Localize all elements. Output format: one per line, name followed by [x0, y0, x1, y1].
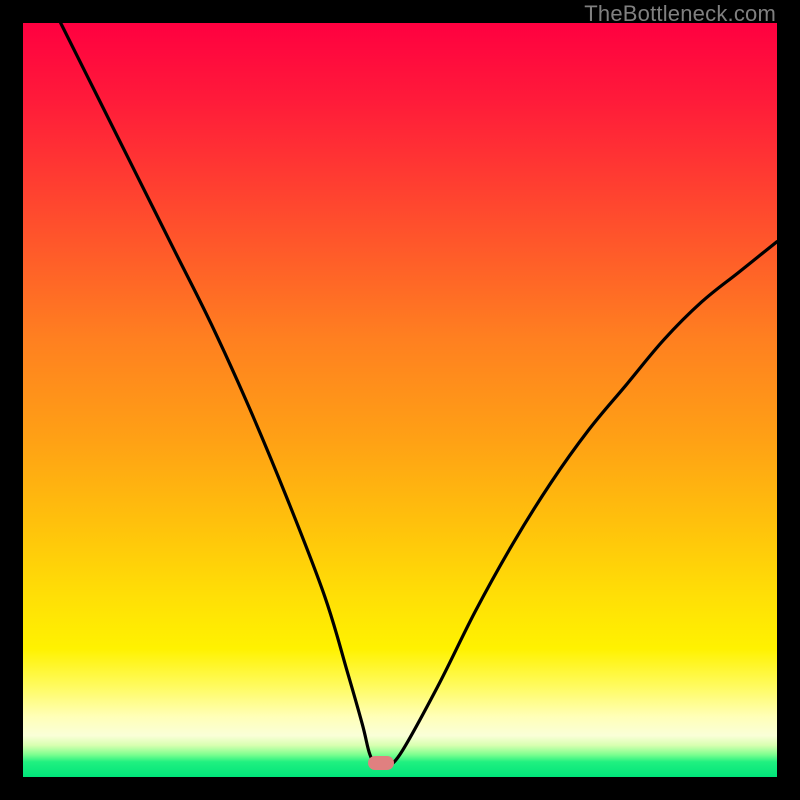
- bottleneck-curve: [23, 23, 777, 777]
- minimum-marker: [368, 756, 394, 770]
- plot-area: [23, 23, 777, 777]
- chart-frame: TheBottleneck.com: [0, 0, 800, 800]
